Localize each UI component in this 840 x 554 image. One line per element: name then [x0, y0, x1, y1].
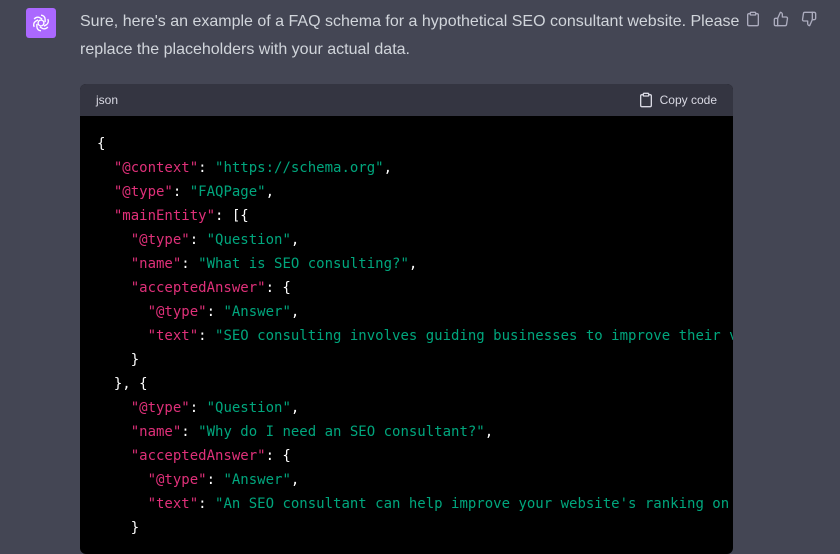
code-key: "@type" [113, 184, 173, 200]
message-actions [744, 10, 818, 28]
code-punct: , [265, 184, 275, 200]
code-punct: }, { [97, 376, 148, 392]
code-punct [97, 280, 131, 296]
copy-code-label: Copy code [659, 93, 717, 107]
code-punct: : [198, 328, 216, 344]
code-language-label: json [96, 93, 119, 107]
copy-code-button[interactable]: Copy code [638, 92, 717, 108]
code-punct: : [206, 472, 224, 488]
thumbs-down-button[interactable] [800, 10, 818, 28]
code-punct: : [181, 256, 199, 272]
code-punct [97, 472, 148, 488]
thumbs-up-icon [773, 11, 789, 27]
thumbs-down-icon [801, 11, 817, 27]
code-punct: : { [265, 280, 291, 296]
code-block: json Copy code { "@context": "https://sc… [80, 84, 733, 554]
code-string: "Answer" [223, 304, 291, 320]
code-punct: : [206, 304, 224, 320]
code-punct [97, 160, 114, 176]
code-header: json Copy code [80, 84, 733, 116]
code-line: } [97, 348, 733, 372]
code-punct [97, 328, 148, 344]
assistant-avatar [26, 8, 56, 38]
code-string: "https://schema.org" [215, 160, 384, 176]
thumbs-up-button[interactable] [772, 10, 790, 28]
code-punct: } [97, 352, 140, 368]
code-key: "acceptedAnswer" [130, 448, 266, 464]
code-punct: : [189, 232, 207, 248]
code-punct: : [198, 496, 216, 512]
code-punct [97, 208, 114, 224]
clipboard-icon [747, 11, 759, 27]
code-string: "SEO consulting involves guiding busines… [215, 328, 733, 344]
clipboard-icon [639, 92, 652, 108]
code-punct: , [290, 232, 300, 248]
code-key: "@context" [113, 160, 199, 176]
code-line: "@context": "https://schema.org", [97, 156, 733, 180]
code-punct: { [97, 136, 106, 152]
code-string: "Question" [206, 400, 291, 416]
code-line: "name": "What is SEO consulting?", [97, 252, 733, 276]
code-string: "FAQPage" [189, 184, 266, 200]
code-line: "acceptedAnswer": { [97, 444, 733, 468]
code-punct [97, 424, 131, 440]
code-punct: : [{ [215, 208, 249, 224]
code-key: "@type" [147, 304, 207, 320]
code-punct: , [383, 160, 393, 176]
code-punct: : [181, 424, 199, 440]
code-punct [97, 304, 148, 320]
code-line: "acceptedAnswer": { [97, 276, 733, 300]
code-punct [97, 256, 131, 272]
assistant-message-text: Sure, here's an example of a FAQ schema … [80, 13, 740, 58]
code-punct: : [189, 400, 207, 416]
code-line: } [97, 516, 733, 540]
code-key: "name" [130, 256, 182, 272]
code-key: "name" [130, 424, 182, 440]
copy-message-button[interactable] [744, 10, 762, 28]
code-punct: : [172, 184, 190, 200]
code-line: { [97, 132, 733, 156]
code-line: "name": "Why do I need an SEO consultant… [97, 420, 733, 444]
code-punct [97, 400, 131, 416]
code-key: "@type" [147, 472, 207, 488]
code-string: "Question" [206, 232, 291, 248]
code-line: "text": "SEO consulting involves guiding… [97, 324, 733, 348]
code-key: "mainEntity" [113, 208, 216, 224]
code-punct: : { [265, 448, 291, 464]
code-line: "mainEntity": [{ [97, 204, 733, 228]
code-punct [97, 184, 114, 200]
code-punct [97, 448, 131, 464]
code-line: "@type": "Question", [97, 228, 733, 252]
code-key: "acceptedAnswer" [130, 280, 266, 296]
code-string: "Answer" [223, 472, 291, 488]
code-line: "@type": "Answer", [97, 468, 733, 492]
code-string: "What is SEO consulting?" [198, 256, 409, 272]
code-punct: , [290, 400, 300, 416]
code-key: "text" [147, 496, 199, 512]
code-punct: , [484, 424, 494, 440]
code-punct: , [290, 304, 300, 320]
code-line: "@type": "FAQPage", [97, 180, 733, 204]
code-punct: , [290, 472, 300, 488]
openai-logo-icon [33, 14, 49, 32]
code-line: "@type": "Answer", [97, 300, 733, 324]
code-key: "text" [147, 328, 199, 344]
code-punct: } [97, 520, 140, 536]
code-line: "text": "An SEO consultant can help impr… [97, 492, 733, 516]
code-content[interactable]: { "@context": "https://schema.org", "@ty… [80, 116, 733, 540]
code-string: "An SEO consultant can help improve your… [215, 496, 733, 512]
code-key: "@type" [130, 232, 190, 248]
code-punct: : [198, 160, 216, 176]
code-line: "@type": "Question", [97, 396, 733, 420]
code-key: "@type" [130, 400, 190, 416]
code-line: }, { [97, 372, 733, 396]
code-string: "Why do I need an SEO consultant?" [198, 424, 485, 440]
code-punct [97, 496, 148, 512]
code-punct: , [408, 256, 418, 272]
code-punct [97, 232, 131, 248]
